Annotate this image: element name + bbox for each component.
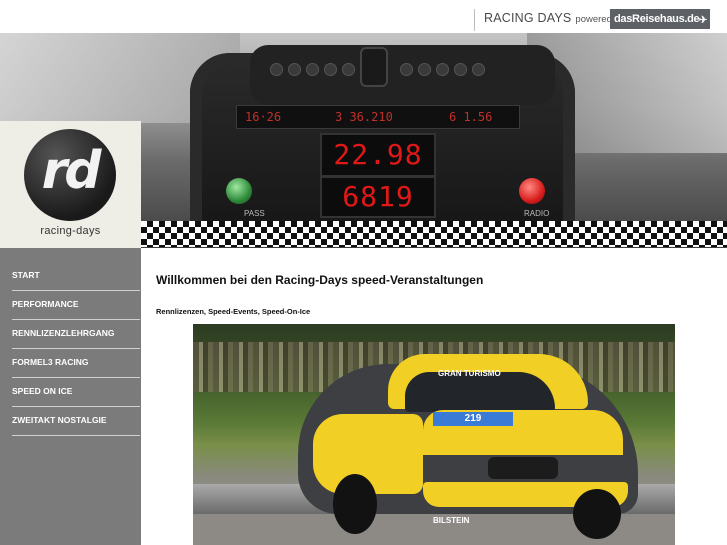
strip-left-value: 16·26 [245,110,282,124]
shift-led [342,63,355,76]
shift-led [400,63,413,76]
logo-text: racing-days [40,225,101,237]
nav-item-speed-on-ice[interactable]: SPEED ON ICE [12,377,140,407]
logo-mark: rd [41,141,102,201]
main-content: Willkommen bei den Racing-Days speed-Ver… [141,248,727,545]
nav-item-formel3-racing[interactable]: FORMEL3 RACING [12,348,140,378]
car-wheel-right [573,489,621,539]
strip-mid-value: 3 36.210 [335,110,393,124]
nav-item-start[interactable]: START [12,261,140,291]
shift-led [288,63,301,76]
partner-logo-text: dasReisehaus.de [614,13,700,25]
page-subtitle: Rennlizenzen, Speed-Events, Speed-On-Ice [156,307,311,316]
wheel-center-slot [360,47,388,87]
shift-led [472,63,485,76]
pass-label: PASS [244,209,265,218]
site-logo[interactable]: rd racing-days [0,121,141,248]
radio-label: RADIO [524,209,550,218]
nav-item-rennlizenzlehrgang[interactable]: RENNLIZENZLEHRGANG [12,319,140,349]
sidebar-nav: START PERFORMANCE RENNLIZENZLEHRGANG FOR… [0,248,141,545]
red-button [519,178,545,204]
display-bottom: 6819 [320,176,436,218]
shift-led [418,63,431,76]
lap-time-strip: 16·26 3 36.210 6 1.56 [236,105,520,129]
shift-led [436,63,449,76]
car-wheel-left [333,474,377,534]
car-sponsor: BILSTEIN [433,516,470,525]
logo-circle-icon: rd [24,129,116,221]
top-bar: RACING DAYS powered by dasReisehaus.de ✈ [0,0,727,33]
strip-right-value: 6 1.56 [449,110,493,124]
shift-led [306,63,319,76]
car-grille [488,457,558,479]
car-windshield-banner: GRAN TURISMO [438,369,501,378]
shift-led [454,63,467,76]
checkered-flag-strip [141,221,727,247]
shift-led [270,63,283,76]
brand-heading: RACING DAYS powered by [484,11,625,25]
header-divider [474,9,475,31]
display-top: 22.98 [320,133,436,177]
race-car-photo: GRAN TURISMO 219 BILSTEIN [193,324,675,545]
nav-item-zweitakt-nostalgie[interactable]: ZWEITAKT NOSTALGIE [12,406,140,436]
partner-logo[interactable]: dasReisehaus.de ✈ [610,9,710,29]
page-title: Willkommen bei den Racing-Days speed-Ver… [156,273,484,287]
green-button [226,178,252,204]
brand-name: RACING DAYS [484,11,572,25]
car-race-number: 219 [433,412,513,426]
shift-led [324,63,337,76]
plane-icon: ✈ [698,15,707,26]
nav-item-performance[interactable]: PERFORMANCE [12,290,140,320]
